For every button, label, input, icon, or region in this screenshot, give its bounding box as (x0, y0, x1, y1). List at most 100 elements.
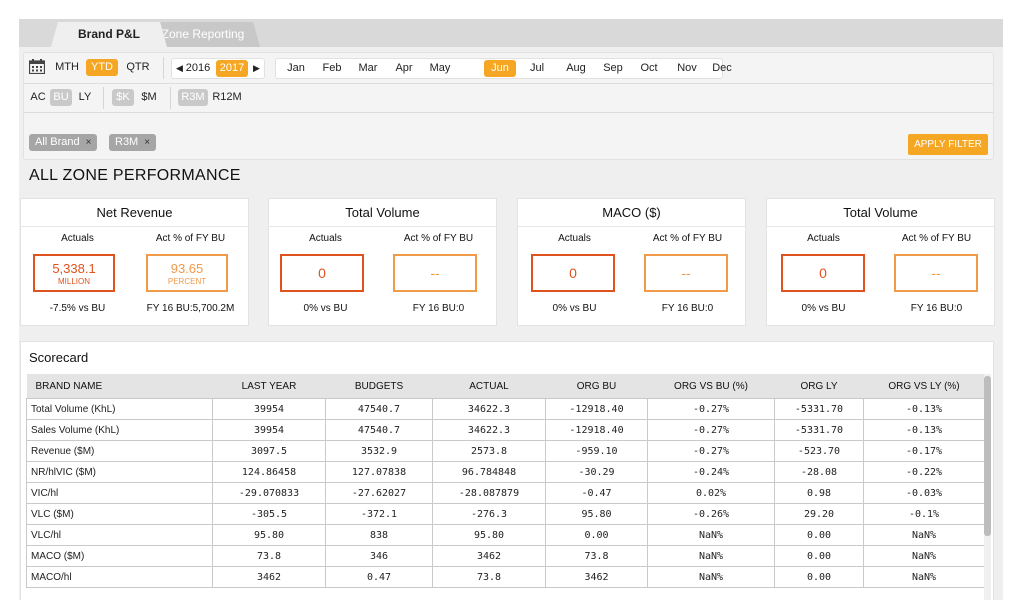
month-may[interactable]: May (425, 60, 455, 77)
column-header[interactable]: LAST YEAR (212, 374, 326, 399)
measure-filter-row: AC BU LY $K $M R3M R12M (24, 84, 993, 113)
actual-value-box: 0 (781, 254, 865, 292)
value-cell: NaN% (863, 545, 985, 567)
table-row[interactable]: MACO ($M) 73.8 346 3462 73.8 NaN% 0.00 NaN% (26, 545, 985, 567)
period-qtr-button[interactable]: QTR (124, 59, 152, 76)
vs-bu-text: 0% vs BU (552, 303, 597, 314)
year-2016-button[interactable]: 2016 (184, 60, 212, 77)
value-cell: 34622.3 (432, 419, 546, 441)
column-header[interactable]: ACTUAL (432, 374, 546, 399)
column-header[interactable]: ORG VS LY (%) (863, 374, 985, 399)
value-cell: 29.20 (774, 503, 864, 525)
table-row[interactable]: NR/hlVIC ($M) 124.86458 127.07838 96.784848… (26, 461, 985, 483)
apply-filter-button[interactable]: APPLY FILTER (908, 134, 988, 155)
year-2017-button[interactable]: 2017 (216, 60, 248, 77)
row-label-cell: VIC/hl (26, 482, 213, 504)
table-row[interactable]: VLC ($M) -305.5 -372.1 -276.3 95.80 -0.26% 29.… (26, 503, 985, 525)
value-cell: -0.13% (863, 419, 985, 441)
kpi-card-maco: MACO ($) Actuals Act % of FY BU 0 -- 0% … (517, 198, 746, 326)
pct-value-box: 93.65 PERCENT (146, 254, 228, 292)
value-cell: NaN% (863, 566, 985, 588)
scrollbar-thumb[interactable] (984, 376, 991, 536)
column-header[interactable]: ORG BU (545, 374, 648, 399)
pct-fy-bu-label: Act % of FY BU (901, 233, 972, 244)
value-cell: -0.27% (647, 419, 775, 441)
value-cell: -28.087879 (432, 482, 546, 504)
month-jun[interactable]: Jun (484, 60, 516, 77)
filter-chip-r3m[interactable]: R3M × (109, 134, 157, 151)
rolling-r3m-button[interactable]: R3M (178, 89, 208, 106)
close-icon[interactable]: × (86, 137, 92, 148)
month-selector: Jan Feb Mar Apr May Jun Jul Aug Sep Oct … (275, 58, 732, 79)
value-cell: -12918.40 (545, 419, 648, 441)
pct-value-box: -- (894, 254, 978, 292)
value-cell: 0.47 (325, 566, 433, 588)
filter-panel: MTH YTD QTR ◀ 2016 2017 ▶ Jan Feb Mar Ap… (23, 52, 994, 160)
rolling-r12m-button[interactable]: R12M (210, 89, 244, 106)
table-row[interactable]: Sales Volume (KhL) 39954 47540.7 34622.3 -12… (26, 419, 985, 441)
column-header[interactable]: BRAND NAME (26, 374, 213, 399)
actuals-label: Actuals (61, 233, 94, 244)
value-cell: 39954 (212, 398, 326, 420)
actual-value-box: 0 (531, 254, 615, 292)
table-row[interactable]: MACO/hl 3462 0.47 73.8 3462 NaN% 0.00 NaN% (26, 566, 985, 588)
value-cell: 3532.9 (325, 440, 433, 462)
month-oct[interactable]: Oct (634, 60, 664, 77)
actual-unit: MILLION (57, 277, 90, 286)
column-header[interactable]: ORG VS BU (%) (647, 374, 775, 399)
table-row[interactable]: VIC/hl -29.070833 -27.62027 -28.087879 -0.47… (26, 482, 985, 504)
prev-year-arrow-icon[interactable]: ◀ (176, 60, 183, 77)
actual-value: 0 (819, 265, 827, 281)
month-jul[interactable]: Jul (522, 60, 552, 77)
pct-fy-bu-label: Act % of FY BU (403, 233, 474, 244)
column-header[interactable]: BUDGETS (325, 374, 433, 399)
close-icon[interactable]: × (144, 137, 150, 148)
value-cell: -29.070833 (212, 482, 326, 504)
row-label-cell: VLC ($M) (26, 503, 213, 525)
month-mar[interactable]: Mar (353, 60, 383, 77)
filter-chip-all-brand[interactable]: All Brand × (29, 134, 98, 151)
next-year-arrow-icon[interactable]: ▶ (253, 60, 260, 77)
actual-value: 0 (318, 265, 326, 281)
month-aug[interactable]: Aug (561, 60, 591, 77)
row-label-cell: Sales Volume (KhL) (26, 419, 213, 441)
calendar-icon[interactable] (29, 59, 45, 74)
fy-bu-text: FY 16 BU:0 (661, 303, 714, 314)
actuals-label: Actuals (558, 233, 591, 244)
period-ytd-button[interactable]: YTD (86, 59, 118, 76)
value-cell: 346 (325, 545, 433, 567)
vs-bu-text: 0% vs BU (303, 303, 348, 314)
value-cell: -28.08 (774, 461, 864, 483)
pct-value-box: -- (393, 254, 477, 292)
pct-fy-bu-label: Act % of FY BU (155, 233, 226, 244)
tab-brand-pl[interactable]: Brand P&L (51, 22, 167, 47)
value-cell: -0.17% (863, 440, 985, 462)
unit-k-button[interactable]: $K (112, 89, 134, 106)
vertical-scrollbar[interactable] (984, 374, 991, 600)
compare-ly-button[interactable]: LY (75, 89, 95, 106)
fy-bu-text: FY 16 BU:0 (910, 303, 963, 314)
value-cell: NaN% (647, 566, 775, 588)
value-cell: 0.98 (774, 482, 864, 504)
month-jan[interactable]: Jan (281, 60, 311, 77)
table-row[interactable]: Total Volume (KhL) 39954 47540.7 34622.3 -12… (26, 398, 985, 420)
month-nov[interactable]: Nov (672, 60, 702, 77)
compare-bu-button[interactable]: BU (50, 89, 72, 106)
table-row[interactable]: Revenue ($M) 3097.5 3532.9 2573.8 -959.10 -0.… (26, 440, 985, 462)
month-dec[interactable]: Dec (707, 60, 737, 77)
month-feb[interactable]: Feb (317, 60, 347, 77)
compare-ac-button[interactable]: AC (28, 89, 48, 106)
value-cell: -523.70 (774, 440, 864, 462)
period-mth-button[interactable]: MTH (54, 59, 80, 76)
column-header[interactable]: ORG LY (774, 374, 864, 399)
unit-m-button[interactable]: $M (138, 89, 160, 106)
value-cell: 127.07838 (325, 461, 433, 483)
month-apr[interactable]: Apr (389, 60, 419, 77)
value-cell: -305.5 (212, 503, 326, 525)
month-sep[interactable]: Sep (598, 60, 628, 77)
value-cell: 3097.5 (212, 440, 326, 462)
table-row[interactable]: VLC/hl 95.80 838 95.80 0.00 NaN% 0.00 NaN% (26, 524, 985, 546)
value-cell: NaN% (863, 524, 985, 546)
card-title: MACO ($) (518, 199, 745, 227)
scorecard-panel: Scorecard BRAND NAME LAST YEAR BUDGETS A… (20, 341, 994, 600)
